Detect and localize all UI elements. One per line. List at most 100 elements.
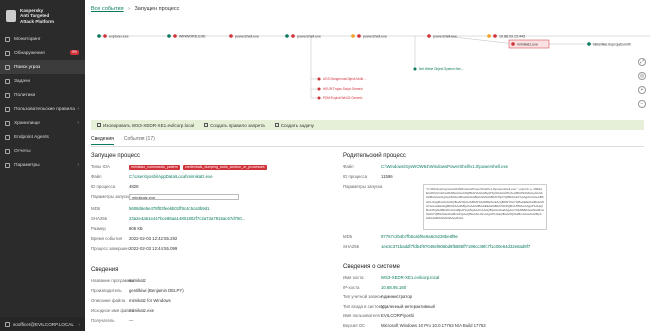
system-info-key: Имя хоста (343, 275, 364, 280)
sidebar-item-storage[interactable]: Хранилище › (0, 116, 85, 130)
start-time-key: Время события (91, 236, 122, 241)
policy-icon (5, 92, 10, 98)
task-label: Создать задачу (280, 122, 314, 128)
svg-text:HEUR:Trojan.Script.Generic: HEUR:Trojan.Script.Generic (323, 87, 363, 91)
kaspersky-logo-icon (6, 10, 16, 22)
file-path-link[interactable]: C:\Users\yoshi\AppData\Local\mimikatz.ex… (129, 174, 213, 179)
sidebar-item-report[interactable]: Отчеты (0, 144, 85, 158)
prevent-label: Создать правило запрета (210, 122, 265, 128)
isolate-host-button[interactable]: Изолировать WS3-XEDR-XE1.evilcorp.local (97, 123, 194, 128)
brand-line2: Anti Targeted (20, 13, 50, 19)
system-info-value: Администратор (381, 294, 413, 299)
sha256-key: SHA256 (91, 216, 108, 221)
file-info-section-title: Сведения (91, 267, 119, 273)
parent-params-row: Параметры запуска (343, 184, 382, 189)
system-info-row: Тип входа в систему Удаленный интерактивн… (343, 304, 435, 309)
file-info-row: Описание файла mimikatz for Windows (91, 298, 171, 303)
ioa-tag[interactable]: credentials_dumping_tools_section_or_pro… (182, 165, 267, 170)
graph-fit-button[interactable]: ⤢ (638, 58, 646, 66)
ioa-types-value: mimikatz_commands_pattern credentials_dum… (129, 164, 270, 170)
parent-sha256-key: SHA256 (343, 244, 360, 249)
svg-text:Net.Webe Object.System.Net....: Net.Webe Object.System.Net.... (419, 67, 464, 71)
sidebar-item-tasks[interactable]: Задачи (0, 74, 85, 88)
file-info-row: Исходное имя файла mimikatz.exe (91, 308, 154, 313)
create-prevention-rule-button[interactable]: Создать правило запрета (204, 123, 265, 128)
sidebar-item-alert[interactable]: Обнаружения 0% (0, 46, 85, 60)
params-key: Параметры запуска (91, 194, 131, 199)
svg-text:powershell.exe: powershell.exe (235, 34, 259, 38)
ioa-types-row: Типы IOA mimikatz_commands_pattern creden… (91, 164, 270, 170)
sidebar-item-label: Endpoint Agents (14, 134, 49, 140)
sidebar-item-label: Отчеты (14, 148, 31, 154)
breadcrumb-all-events[interactable]: Все события (91, 6, 124, 12)
brand-text: Kaspersky Anti Targeted Attack Platform (20, 8, 54, 24)
system-info-row: Имя пользователя EVILCORP\yoshi (343, 313, 414, 318)
sidebar-item-agents[interactable]: Endpoint Agents (0, 130, 85, 144)
sidebar-item-monitor[interactable]: Мониторинг (0, 32, 85, 46)
parent-md5-link[interactable]: 97767c2b4b7fb5cabf6e6a6c5228be8f9e (381, 234, 458, 239)
svg-text:powershell.exe: powershell.exe (363, 34, 387, 38)
ioa-tag[interactable]: mimikatz_commands_pattern (129, 165, 180, 170)
tasks-icon (5, 78, 10, 84)
system-info-row: IP-хоста 10.88.95.180 (343, 285, 406, 290)
graph-node-load[interactable]: Net.Webe Object.System.Net.... (413, 67, 465, 71)
md5-link[interactable]: 5608d6e5e478f03fee6b01ff8c4c5ca3b9d1 (129, 206, 209, 211)
pid-key: ID процесса (91, 184, 116, 189)
parent-file-link[interactable]: C:\Windows\SysWOW64\WindowsPowerShell\v1… (381, 164, 508, 169)
storage-icon (5, 120, 10, 126)
sha256-row: SHA256 23a2e4a61e447bce86aa14801802f7c2a7… (91, 216, 245, 221)
sidebar: Kaspersky Anti Targeted Attack Platform … (0, 0, 85, 331)
parent-pid-row: ID процесса 11596 (343, 174, 393, 179)
graph-alerts[interactable]: UDS:DangerousObject.Multi.... HEUR:Troja… (317, 77, 367, 100)
chevron-right-icon: › (77, 120, 79, 126)
system-info-value[interactable]: 10.88.95.180 (381, 285, 406, 290)
user-menu[interactable]: soofficer@EVILCORP.LOCAL › (0, 317, 85, 331)
svg-text:WINWORD.EXE: WINWORD.EXE (179, 34, 206, 38)
params-field[interactable]: mimikatz.exe (129, 194, 239, 200)
rules-icon (5, 106, 10, 112)
file-info-value: gentilkiwi (Benjamin DELPY) (129, 288, 184, 293)
task-icon (274, 123, 279, 128)
pid-value: 4828 (129, 184, 139, 189)
parent-md5-row: MD5 97767c2b4b7fb5cabf6e6a6c5228be8f9e (343, 234, 458, 239)
system-info-value[interactable]: WS3-XEDR-XE1.evilcorp.local (381, 275, 439, 280)
parent-md5-key: MD5 (343, 234, 353, 239)
size-value: 806 КБ (129, 226, 143, 231)
sha256-link[interactable]: 23a2e4a61e447bce86aa14801802f7c2a73a7915… (129, 216, 245, 221)
svg-text:explorer.exe: explorer.exe (109, 34, 129, 38)
user-icon (5, 321, 10, 327)
svg-text:UDS:DangerousObject.Multi....: UDS:DangerousObject.Multi.... (323, 77, 367, 81)
tab-details[interactable]: Сведения (91, 136, 114, 145)
sidebar-item-settings[interactable]: Параметры › (0, 158, 85, 172)
system-info-key: Тип входа в систему (343, 303, 384, 309)
sidebar-item-rules[interactable]: Пользовательские правила › (0, 102, 85, 116)
create-task-button[interactable]: Создать задачу (274, 122, 314, 128)
size-key: Размер (91, 226, 106, 231)
graph-node-mimikatz[interactable]: mimikatz.exe (508, 39, 550, 49)
sidebar-item-label: Политики (14, 92, 36, 98)
parent-file-key: Файл (343, 164, 354, 169)
sidebar-item-search[interactable]: Поиск угроз (0, 60, 85, 74)
brand[interactable]: Kaspersky Anti Targeted Attack Platform (0, 0, 85, 32)
report-icon (5, 148, 10, 154)
zoom-in-button[interactable]: + (638, 86, 646, 94)
sidebar-item-label: Параметры (14, 162, 40, 168)
svg-text:rdiscrikar.itoprojatsomth: rdiscrikar.itoprojatsomth (593, 42, 631, 46)
main-panel: Все события › Запущен процесс explorer.e… (85, 0, 650, 331)
parent-sha256-link[interactable]: 1ee3c371baddf7fdb4f97048ef805bd9f5885ff7… (381, 244, 530, 249)
file-info-key: Получатель (91, 318, 115, 323)
file-info-key: Производитель (91, 288, 122, 293)
system-info-row: Тип учетной записи Администратор (343, 294, 412, 299)
svg-text:powershell.exe: powershell.exe (297, 34, 321, 38)
process-graph[interactable]: explorer.exe WINWORD.EXE powershell.exe … (85, 20, 650, 120)
graph-node-hostname[interactable]: rdiscrikar.itoprojatsomth (587, 42, 631, 46)
sidebar-item-policy[interactable]: Политики (0, 88, 85, 102)
parent-file-row: Файл C:\Windows\SysWOW64\WindowsPowerShel… (343, 164, 508, 169)
parent-params-field[interactable]: "C:\Windows\syswow64\WindowsPowerShell\v… (423, 184, 547, 230)
tab-events[interactable]: События (17) (124, 136, 155, 145)
file-info-key: Исходное имя файла (91, 308, 134, 313)
svg-text:powershell.exe: powershell.exe (433, 34, 457, 38)
zoom-out-button[interactable]: − (638, 100, 646, 108)
graph-center-button[interactable]: ◎ (638, 72, 646, 80)
system-info-key: Тип учетной записи (343, 294, 382, 299)
